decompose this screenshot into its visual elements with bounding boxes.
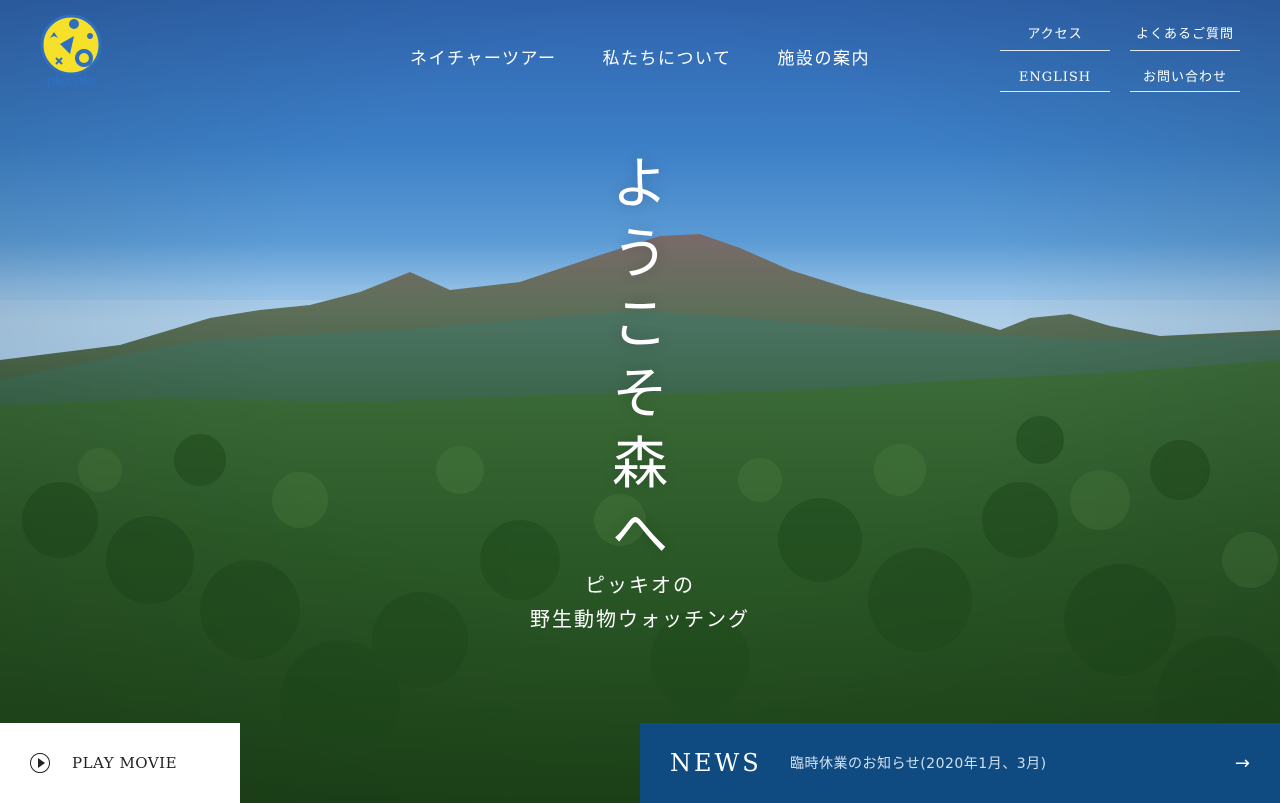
play-movie-button[interactable]: PLAY MOVIE <box>0 723 240 803</box>
news-headline-link[interactable]: 臨時休業のお知らせ(2020年1月、3月) <box>790 753 1210 773</box>
nav-nature-tour[interactable]: ネイチャーツアー <box>410 44 556 69</box>
hero-headline: よ う こ そ 森 へ <box>612 150 668 570</box>
play-movie-label: PLAY MOVIE <box>72 754 178 772</box>
main-navigation: ネイチャーツアー 私たちについて 施設の案内 <box>410 44 870 69</box>
news-title: NEWS <box>670 749 762 777</box>
picchio-logo-icon <box>40 14 102 76</box>
sub-navigation: アクセス よくあるご質問 ENGLISH お問い合わせ <box>1000 22 1240 92</box>
hero-subline: ピッキオの 野生動物ウォッチング <box>0 568 1280 636</box>
nav-facility-guide[interactable]: 施設の案内 <box>777 44 870 69</box>
subnav-contact[interactable]: お問い合わせ <box>1130 63 1240 92</box>
subnav-english[interactable]: ENGLISH <box>1000 63 1110 92</box>
subline-line-1: ピッキオの <box>585 573 695 597</box>
headline-char: こ <box>612 292 668 357</box>
nav-about-us[interactable]: 私たちについて <box>602 44 731 69</box>
headline-char: へ <box>612 502 668 567</box>
arrow-right-icon[interactable]: → <box>1210 753 1250 774</box>
news-bar[interactable]: NEWS 臨時休業のお知らせ(2020年1月、3月) → <box>640 723 1280 803</box>
headline-char: 森 <box>612 432 668 497</box>
subnav-faq[interactable]: よくあるご質問 <box>1130 22 1240 51</box>
picchio-logo[interactable]: picchio <box>40 14 102 96</box>
headline-char: よ <box>612 152 668 217</box>
headline-char: そ <box>612 362 668 427</box>
subnav-access[interactable]: アクセス <box>1000 22 1110 51</box>
play-circle-icon <box>30 753 50 773</box>
subline-line-2: 野生動物ウォッチング <box>530 607 750 631</box>
logo-text: picchio <box>46 72 96 89</box>
headline-char: う <box>612 222 668 287</box>
